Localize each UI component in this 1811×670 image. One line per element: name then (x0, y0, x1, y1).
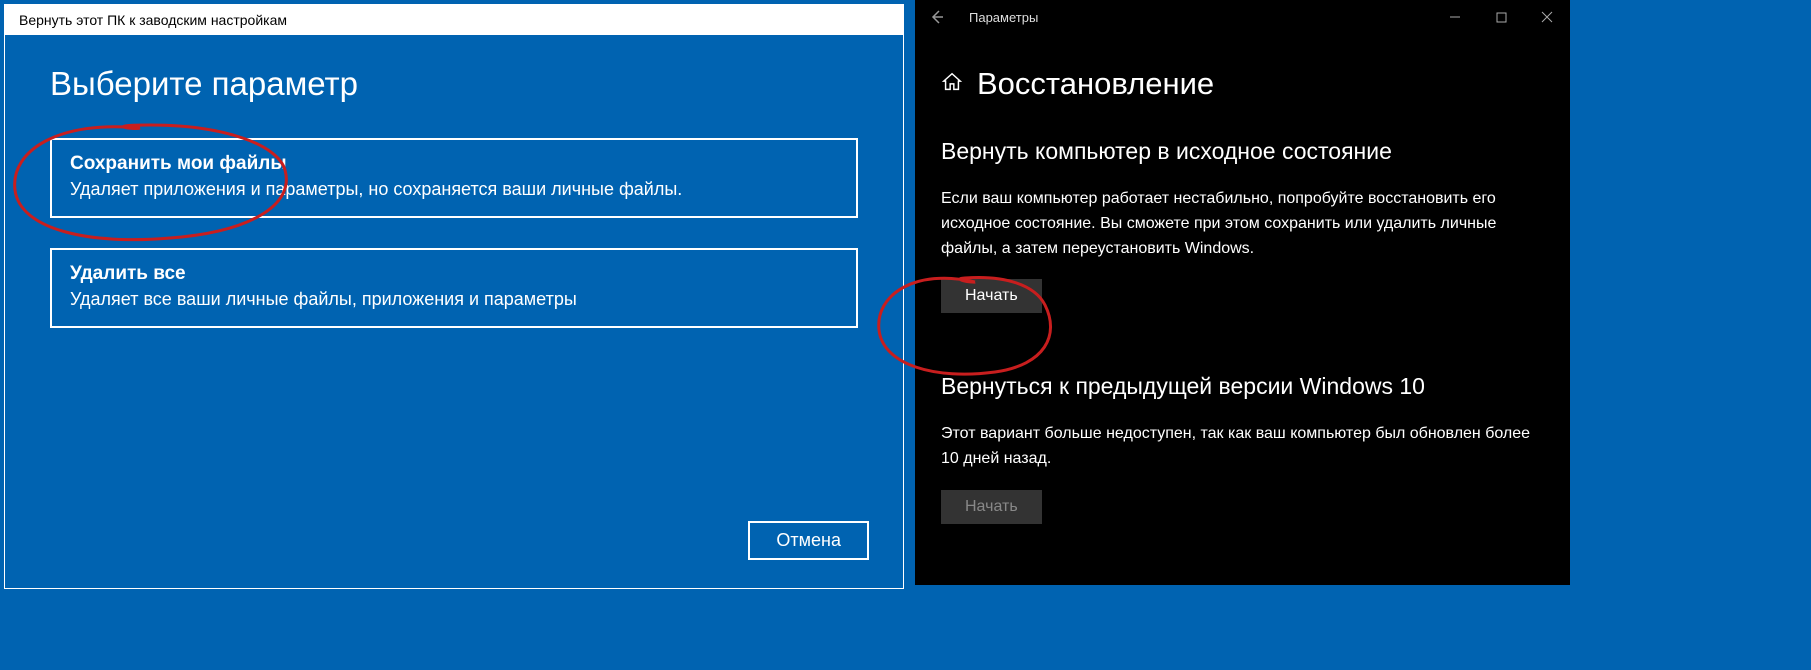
close-icon (1541, 11, 1553, 23)
close-button[interactable] (1524, 0, 1570, 34)
dialog-titlebar: Вернуть этот ПК к заводским настройкам (5, 5, 903, 35)
section-title-reset: Вернуть компьютер в исходное состояние (941, 138, 1544, 165)
maximize-button[interactable] (1478, 0, 1524, 34)
option-keep-files[interactable]: Сохранить мои файлы Удаляет приложения и… (50, 138, 858, 218)
page-heading: Восстановление (977, 66, 1214, 102)
option-desc: Удаляет все ваши личные файлы, приложени… (70, 289, 838, 310)
home-icon (941, 71, 963, 98)
back-button[interactable] (915, 9, 959, 25)
settings-titlebar: Параметры (915, 0, 1570, 34)
section-desc-rollback: Этот вариант больше недоступен, так как … (941, 422, 1544, 472)
section-desc-reset: Если ваш компьютер работает нестабильно,… (941, 187, 1544, 261)
start-reset-button[interactable]: Начать (941, 279, 1042, 313)
settings-window: Параметры Восстановление Вернуть компьют… (915, 0, 1570, 585)
option-remove-all[interactable]: Удалить все Удаляет все ваши личные файл… (50, 248, 858, 328)
option-title: Удалить все (70, 263, 838, 285)
settings-title: Параметры (959, 10, 1432, 25)
cancel-button[interactable]: Отмена (748, 521, 869, 560)
start-rollback-button: Начать (941, 490, 1042, 524)
maximize-icon (1496, 12, 1507, 23)
back-arrow-icon (929, 9, 945, 25)
dialog-heading: Выберите параметр (50, 65, 858, 103)
option-desc: Удаляет приложения и параметры, но сохра… (70, 179, 838, 200)
section-title-rollback: Вернуться к предыдущей версии Windows 10 (941, 373, 1544, 400)
option-title: Сохранить мои файлы (70, 153, 838, 175)
minimize-button[interactable] (1432, 0, 1478, 34)
reset-dialog: Вернуть этот ПК к заводским настройкам В… (4, 4, 904, 589)
minimize-icon (1449, 11, 1461, 23)
